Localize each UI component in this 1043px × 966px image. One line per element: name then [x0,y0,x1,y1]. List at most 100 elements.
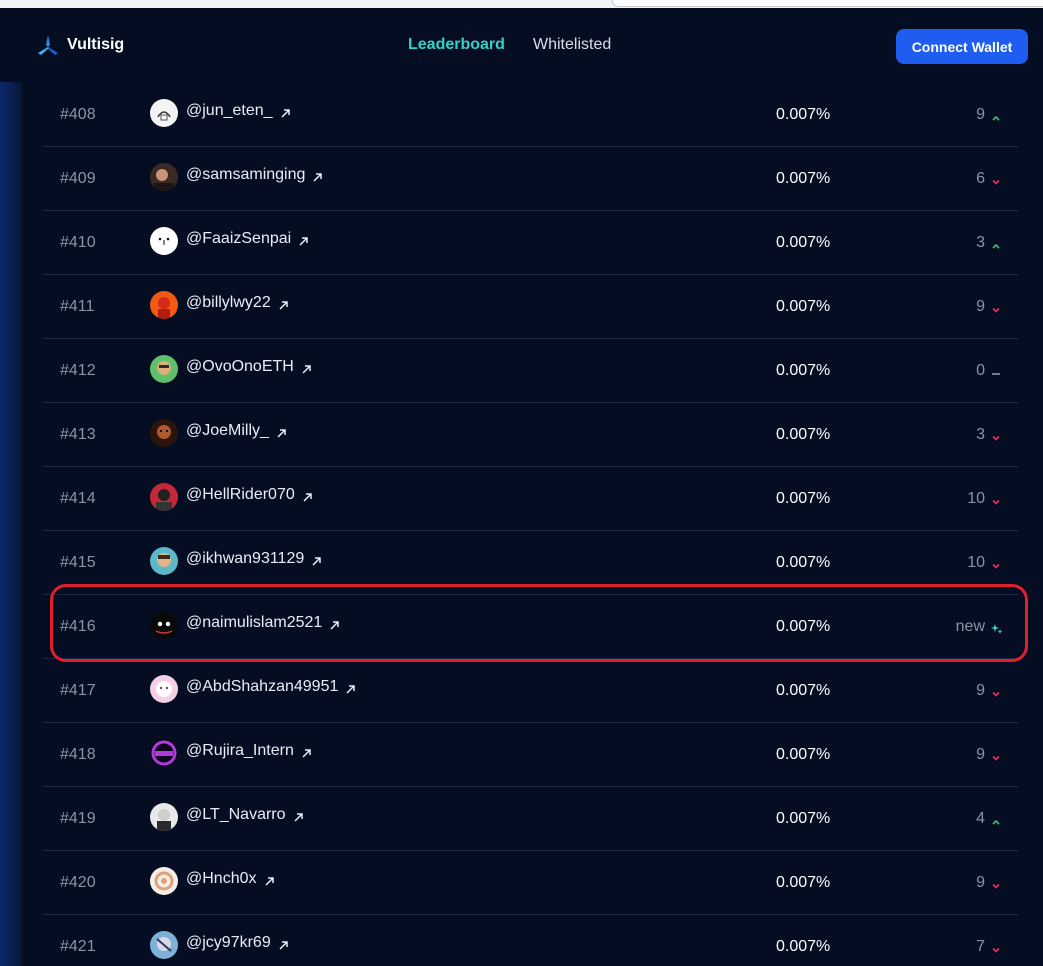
tab-leaderboard[interactable]: Leaderboard [408,36,505,54]
avatar [150,483,178,511]
rank-change-value: 3 [976,234,985,251]
arrow-down-icon [991,174,1001,185]
rank-change-value: 10 [967,554,985,571]
avatar [150,355,178,383]
rank-label: #418 [60,746,96,763]
leaderboard-row: #412 @OvoOnoETH 0.007% 0 [43,338,1018,403]
leaderboard-row: #417 @AbdShahzan49951 0.007% 9 [43,658,1018,723]
leaderboard-row: #410 @FaaizSenpai 0.007% 3 [43,210,1018,275]
external-link-icon [345,682,356,694]
share-value: 0.007% [776,874,831,891]
rank-change: 9 [976,682,1001,700]
rank-label: #408 [60,106,96,123]
rank-change-value: 4 [976,810,985,827]
leaderboard-row: #408 @jun_eten_ 0.007% 9 [43,82,1018,147]
arrow-up-icon [991,814,1001,825]
vultisig-logo-icon [38,35,58,55]
leaderboard-row: #413 @JoeMilly_ 0.007% 3 [43,402,1018,467]
external-link-icon [312,170,323,182]
username-link[interactable]: @AbdShahzan49951 [186,678,356,696]
arrow-down-icon [991,494,1001,505]
app-frame: Vultisig Leaderboard Whitelisted Connect… [0,8,1043,966]
username-link[interactable]: @ikhwan931129 [186,550,322,568]
share-value: 0.007% [776,426,831,443]
share-value: 0.007% [776,746,831,763]
username-link[interactable]: @HellRider070 [186,486,313,504]
external-link-icon [293,810,304,822]
rank-change-value: 9 [976,746,985,763]
share-value: 0.007% [776,682,831,699]
rank-change: 0 [976,362,1001,380]
share-value: 0.007% [776,490,831,507]
rank-change-value: 9 [976,874,985,891]
username-text: @AbdShahzan49951 [186,678,339,695]
arrow-down-icon [991,878,1001,889]
brand-name: Vultisig [67,36,125,53]
arrow-down-icon [991,750,1001,761]
avatar [150,867,178,895]
avatar [150,99,178,127]
arrow-down-icon [991,430,1001,441]
username-link[interactable]: @naimulislam2521 [186,614,340,632]
external-link-icon [264,874,275,886]
rank-label: #420 [60,874,96,891]
username-text: @billylwy22 [186,294,271,311]
rank-label: #409 [60,170,96,187]
external-link-icon [276,426,287,438]
avatar [150,419,178,447]
external-link-icon [301,746,312,758]
rank-label: #411 [60,298,95,315]
avatar [150,547,178,575]
username-text: @Rujira_Intern [186,742,294,759]
connect-wallet-button[interactable]: Connect Wallet [896,29,1028,64]
rank-label: #419 [60,810,96,827]
avatar [150,931,178,959]
share-value: 0.007% [776,618,831,635]
arrow-down-icon [991,302,1001,313]
leaderboard-row: #418 @Rujira_Intern 0.007% 9 [43,722,1018,787]
username-text: @OvoOnoETH [186,358,294,375]
top-navbar: Vultisig Leaderboard Whitelisted Connect… [0,8,1043,82]
rank-change: new [956,618,1003,636]
arrow-down-icon [991,942,1001,953]
avatar [150,163,178,191]
username-link[interactable]: @Hnch0x [186,870,275,888]
username-text: @Hnch0x [186,870,257,887]
username-text: @FaaizSenpai [186,230,292,247]
rank-change-value: 9 [976,298,985,315]
sparkle-icon [991,622,1003,634]
rank-change: 6 [976,170,1001,188]
rank-label: #410 [60,234,96,251]
tab-whitelisted[interactable]: Whitelisted [533,36,611,54]
rank-change-value: 3 [976,426,985,443]
rank-change-value: 6 [976,170,985,187]
username-link[interactable]: @jcy97kr69 [186,934,289,952]
side-glow [0,8,22,966]
rank-label: #416 [60,618,96,635]
username-link[interactable]: @JoeMilly_ [186,422,287,440]
dash-icon [991,366,1001,376]
share-value: 0.007% [776,298,831,315]
rank-change: 9 [976,298,1001,316]
leaderboard-row: #414 @HellRider070 0.007% 10 [43,466,1018,531]
username-text: @naimulislam2521 [186,614,323,631]
username-link[interactable]: @FaaizSenpai [186,230,309,248]
share-value: 0.007% [776,938,831,955]
username-link[interactable]: @billylwy22 [186,294,289,312]
browser-tab-edge [612,0,1043,7]
rank-change: 9 [976,106,1001,124]
arrow-down-icon [991,686,1001,697]
username-link[interactable]: @Rujira_Intern [186,742,312,760]
leaderboard-row: #409 @samsaminging 0.007% 6 [43,146,1018,211]
username-link[interactable]: @OvoOnoETH [186,358,312,376]
external-link-icon [301,362,312,374]
brand[interactable]: Vultisig [36,34,124,56]
share-value: 0.007% [776,362,831,379]
rank-change-value: 9 [976,682,985,699]
username-link[interactable]: @samsaminging [186,166,323,184]
username-link[interactable]: @jun_eten_ [186,102,291,120]
username-link[interactable]: @LT_Navarro [186,806,304,824]
share-value: 0.007% [776,234,831,251]
arrow-down-icon [991,558,1001,569]
rank-label: #421 [60,938,96,955]
